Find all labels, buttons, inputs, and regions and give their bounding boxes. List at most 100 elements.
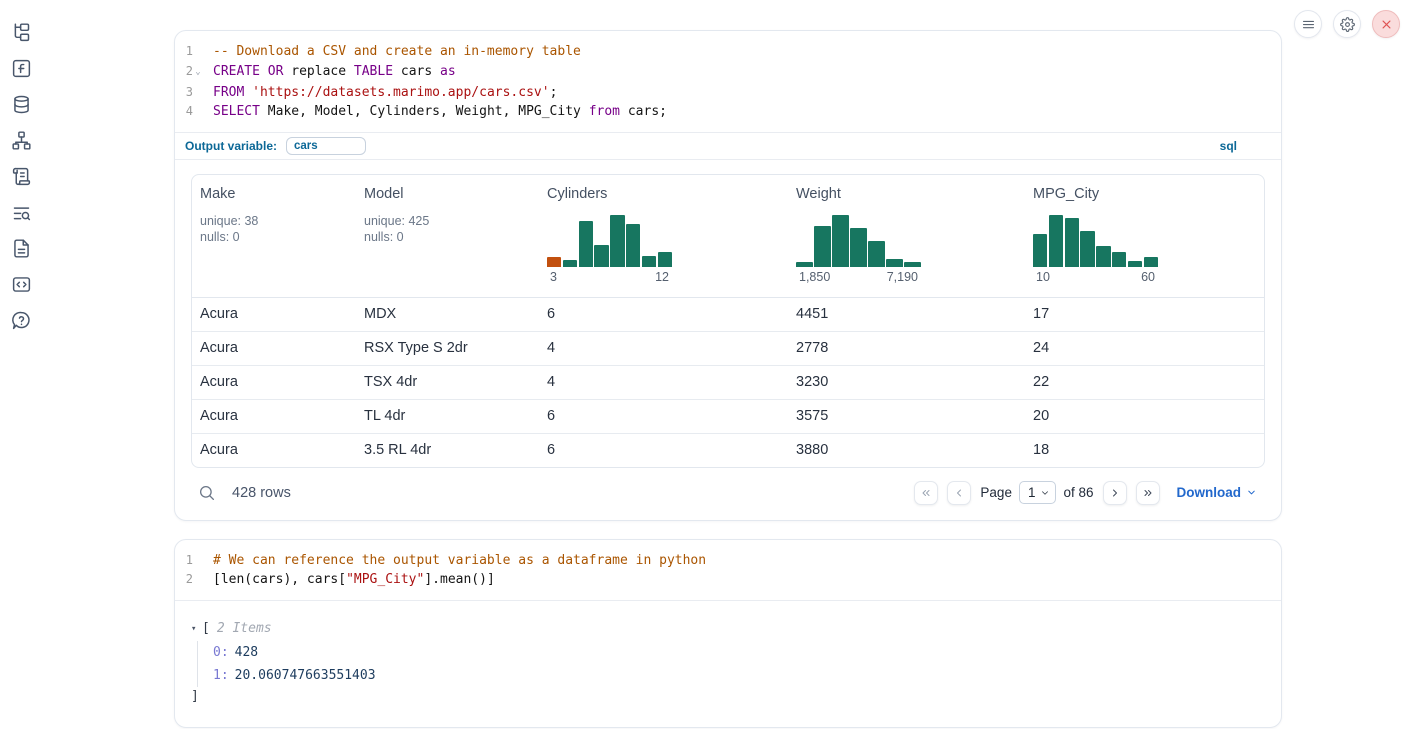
column-header[interactable]: Weight1,8507,190 [788, 175, 1025, 297]
tree-item-key: 1: [213, 668, 229, 683]
output-variable-input[interactable] [286, 137, 366, 155]
sql-cell: 1-- Download a CSV and create an in-memo… [174, 30, 1282, 521]
settings-button[interactable] [1333, 10, 1361, 38]
file-tree-icon [11, 22, 32, 43]
collapse-chevron-icon[interactable]: ▾ [191, 618, 202, 640]
table-cell: RSX Type S 2dr [356, 332, 539, 365]
sql-code-editor[interactable]: 1-- Download a CSV and create an in-memo… [175, 31, 1281, 132]
code-box-icon [11, 274, 32, 295]
chevron-left-icon [953, 487, 965, 499]
histogram-bar [868, 241, 885, 267]
column-header[interactable]: MPG_City1060 [1025, 175, 1264, 297]
sitemap-icon [11, 130, 32, 151]
table-row[interactable]: AcuraTSX 4dr4323022 [192, 366, 1264, 400]
table-cell: 6 [539, 400, 788, 433]
column-header[interactable]: Makeunique: 38nulls: 0 [192, 175, 356, 297]
sidebar-item-scratchpad[interactable] [9, 164, 33, 188]
fold-spacer [193, 570, 203, 590]
table-cell: 17 [1025, 298, 1264, 331]
table-cell: Acura [192, 366, 356, 399]
histogram-bar [1128, 261, 1142, 267]
chevron-down-icon [1040, 488, 1050, 498]
table-cell: TSX 4dr [356, 366, 539, 399]
database-icon [11, 94, 32, 115]
notebook-menu-button[interactable] [1294, 10, 1322, 38]
code-line: 1-- Download a CSV and create an in-memo… [175, 42, 1281, 62]
line-number: 3 [175, 83, 193, 103]
table-footer: 428 rows Page 1 of 86 [191, 468, 1265, 520]
histogram-bar [594, 245, 608, 267]
sidebar-item-help[interactable] [9, 308, 33, 332]
table-row[interactable]: AcuraMDX6445117 [192, 298, 1264, 332]
sql-cell-output: Makeunique: 38nulls: 0Modelunique: 425nu… [175, 160, 1281, 520]
first-page-button[interactable] [914, 481, 938, 505]
table-header-row: Makeunique: 38nulls: 0Modelunique: 425nu… [192, 175, 1264, 298]
page-select-value: 1 [1028, 485, 1036, 500]
line-number: 2 [175, 570, 193, 590]
sidebar-item-outputs[interactable] [9, 272, 33, 296]
table-row[interactable]: AcuraTL 4dr6357520 [192, 400, 1264, 434]
table-cell: 6 [539, 434, 788, 467]
column-header[interactable]: Modelunique: 425nulls: 0 [356, 175, 539, 297]
next-page-button[interactable] [1103, 481, 1127, 505]
shutdown-button[interactable] [1372, 10, 1400, 38]
fold-spacer [193, 42, 203, 62]
tree-item-value: 428 [235, 645, 258, 660]
last-page-button[interactable] [1136, 481, 1160, 505]
tree-item-value: 20.060747663551403 [235, 668, 376, 683]
sidebar-item-snippets[interactable] [9, 200, 33, 224]
axis-max-label: 60 [1141, 270, 1155, 284]
line-number: 1 [175, 42, 193, 62]
histogram-bar [1065, 218, 1079, 267]
table-cell: 3230 [788, 366, 1025, 399]
column-histogram [1033, 215, 1158, 267]
tree-open-bracket: [ [202, 618, 210, 640]
histogram-axis-labels: 1060 [1033, 270, 1158, 289]
page-select[interactable]: 1 [1019, 481, 1057, 504]
sidebar-item-files[interactable] [9, 20, 33, 44]
sidebar-item-datasources[interactable] [9, 92, 33, 116]
output-variable-label: Output variable: [185, 139, 277, 153]
column-stats: unique: 425nulls: 0 [364, 213, 531, 247]
column-header[interactable]: Cylinders312 [539, 175, 788, 297]
code-text: SELECT Make, Model, Cylinders, Weight, M… [203, 102, 667, 122]
table-cell: 18 [1025, 434, 1264, 467]
download-button[interactable]: Download [1177, 485, 1258, 500]
histogram-axis-labels: 312 [547, 270, 672, 289]
python-code-editor[interactable]: 1# We can reference the output variable … [175, 540, 1281, 601]
table-cell: 22 [1025, 366, 1264, 399]
histogram-bar [547, 257, 561, 267]
tree-items: 0:428 1: 20.060747663551403 [197, 641, 1265, 687]
histogram-axis-labels: 1,8507,190 [796, 270, 921, 289]
histogram-bar [832, 215, 849, 267]
table-cell: Acura [192, 298, 356, 331]
stat-line: nulls: 0 [364, 229, 531, 246]
table-cell: Acura [192, 332, 356, 365]
tree-item: 0:428 [213, 641, 1265, 664]
output-variable-bar: Output variable: sql [175, 132, 1281, 160]
help-bubble-icon [11, 310, 32, 331]
stat-line: nulls: 0 [200, 229, 348, 246]
table-body: AcuraMDX6445117AcuraRSX Type S 2dr427782… [192, 298, 1264, 467]
histogram-bar [610, 215, 624, 267]
histogram-bar [1112, 252, 1126, 267]
sidebar-item-dependencies[interactable] [9, 128, 33, 152]
histogram-bar [1144, 257, 1158, 267]
table-row[interactable]: AcuraRSX Type S 2dr4277824 [192, 332, 1264, 366]
search-list-icon [11, 202, 32, 223]
download-label: Download [1177, 485, 1242, 500]
axis-min-label: 3 [550, 270, 557, 284]
histogram-bar [563, 260, 577, 267]
table-row[interactable]: Acura3.5 RL 4dr6388018 [192, 434, 1264, 467]
fold-spacer [193, 102, 203, 122]
tree-item: 1: 20.060747663551403 [213, 664, 1265, 687]
prev-page-button[interactable] [947, 481, 971, 505]
table-cell: TL 4dr [356, 400, 539, 433]
fold-indicator-icon[interactable]: ⌄ [193, 62, 203, 83]
histogram-bar [658, 252, 672, 267]
sidebar-item-documentation[interactable] [9, 236, 33, 260]
search-icon[interactable] [198, 484, 216, 502]
stat-line: unique: 425 [364, 213, 531, 230]
sidebar-item-variables[interactable] [9, 56, 33, 80]
table-cell: 20 [1025, 400, 1264, 433]
